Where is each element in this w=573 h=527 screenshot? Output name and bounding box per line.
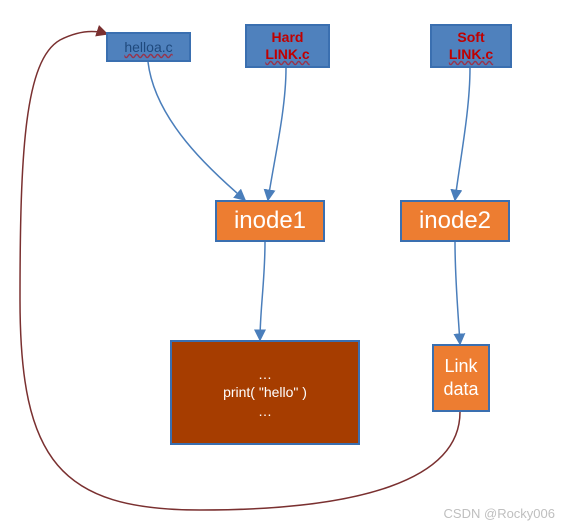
node-softlink: Soft LINK.c <box>430 24 512 68</box>
edge-helloa-inode1 <box>148 62 245 200</box>
edge-inode1-code <box>260 242 265 340</box>
node-hardlink-line1: Hard <box>272 29 304 46</box>
node-code-line1: … <box>258 365 272 383</box>
node-helloa-label: helloa.c <box>124 39 172 55</box>
node-code: … print( "hello" ) … <box>170 340 360 445</box>
edge-inode2-linkdata <box>455 242 460 344</box>
node-code-line2: print( "hello" ) <box>223 383 307 401</box>
node-inode2: inode2 <box>400 200 510 242</box>
edge-softlink-inode2 <box>455 68 470 200</box>
node-inode1: inode1 <box>215 200 325 242</box>
node-softlink-line2: LINK.c <box>449 46 493 63</box>
node-inode2-label: inode2 <box>419 207 491 235</box>
node-hardlink: Hard LINK.c <box>245 24 330 68</box>
node-linkdata-line2: data <box>443 378 478 401</box>
connectors <box>0 0 573 527</box>
node-softlink-line1: Soft <box>457 29 484 46</box>
node-linkdata: Link data <box>432 344 490 412</box>
node-hardlink-line2: LINK.c <box>265 46 309 63</box>
node-inode1-label: inode1 <box>234 207 306 235</box>
watermark: CSDN @Rocky006 <box>444 506 555 521</box>
node-code-line3: … <box>258 402 272 420</box>
node-linkdata-line1: Link <box>444 355 477 378</box>
edge-hardlink-inode1 <box>268 68 286 200</box>
node-helloa: helloa.c <box>106 32 191 62</box>
